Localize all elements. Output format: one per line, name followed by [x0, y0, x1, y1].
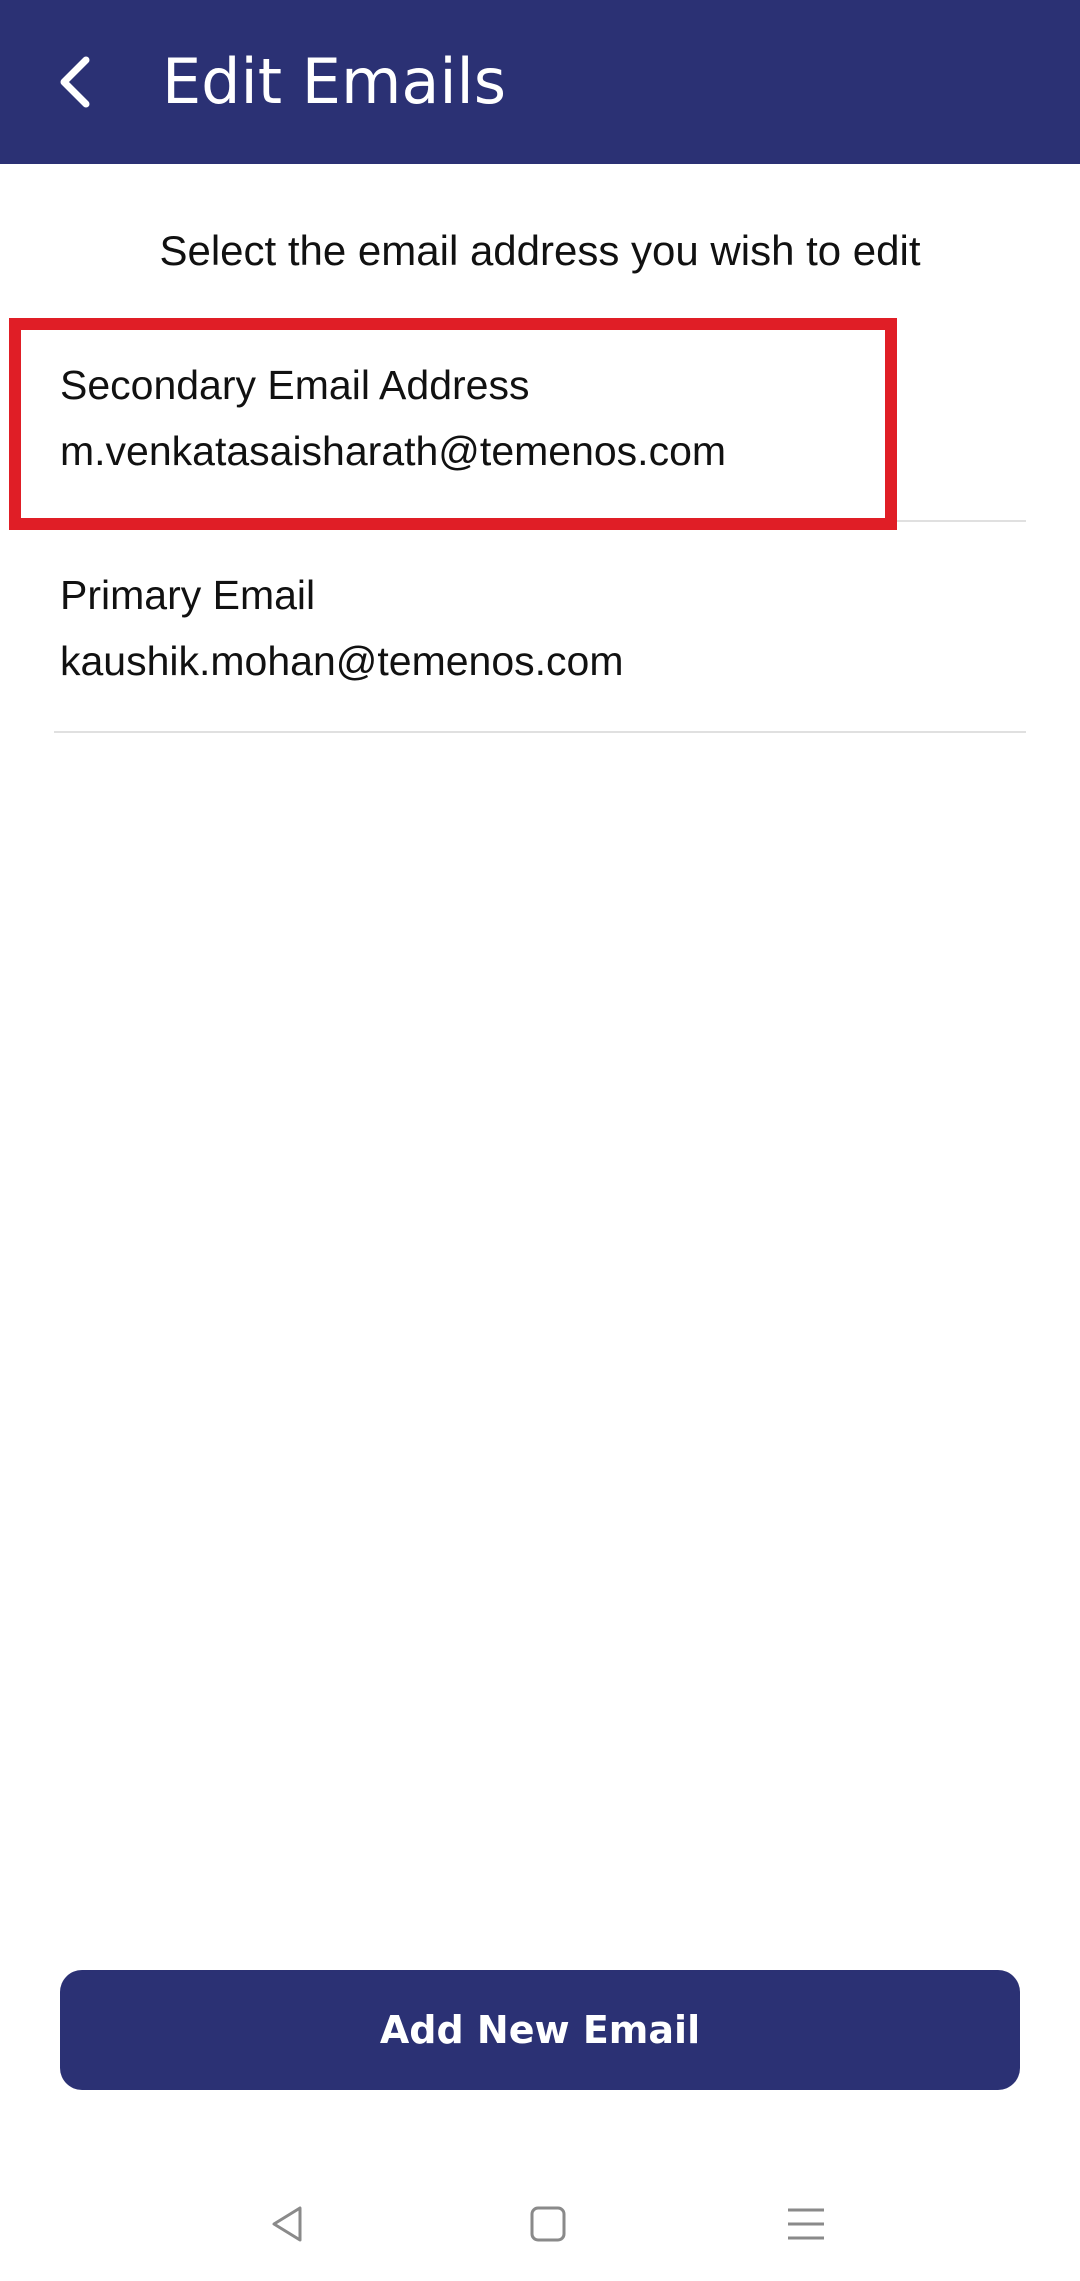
nav-back-triangle-icon	[272, 2206, 302, 2242]
email-value: m.venkatasaisharath@temenos.com	[60, 428, 727, 474]
add-new-email-button[interactable]: Add New Email	[60, 1970, 1020, 2090]
chevron-left-icon	[60, 56, 90, 108]
app-header: Edit Emails	[0, 0, 1080, 164]
instruction-text: Select the email address you wish to edi…	[159, 227, 921, 274]
nav-home-square-icon	[530, 2206, 566, 2242]
system-back-button[interactable]	[258, 2194, 318, 2254]
email-item-primary[interactable]: Primary Email kaushik.mohan@temenos.com	[54, 562, 1026, 730]
system-navigation-bar	[0, 2160, 1080, 2281]
email-label: Secondary Email Address	[60, 362, 530, 408]
page-title: Edit Emails	[162, 45, 507, 118]
email-value: kaushik.mohan@temenos.com	[60, 638, 624, 684]
back-button[interactable]	[30, 36, 122, 128]
email-item-secondary[interactable]: Secondary Email Address m.venkatasaishar…	[54, 352, 1026, 520]
edit-emails-screen: Edit Emails Select the email address you…	[0, 0, 1080, 2281]
divider	[54, 731, 1026, 733]
divider	[54, 520, 1026, 522]
system-menu-button[interactable]	[776, 2194, 836, 2254]
email-label: Primary Email	[60, 572, 316, 618]
system-home-button[interactable]	[518, 2194, 578, 2254]
nav-menu-lines-icon	[788, 2208, 824, 2240]
